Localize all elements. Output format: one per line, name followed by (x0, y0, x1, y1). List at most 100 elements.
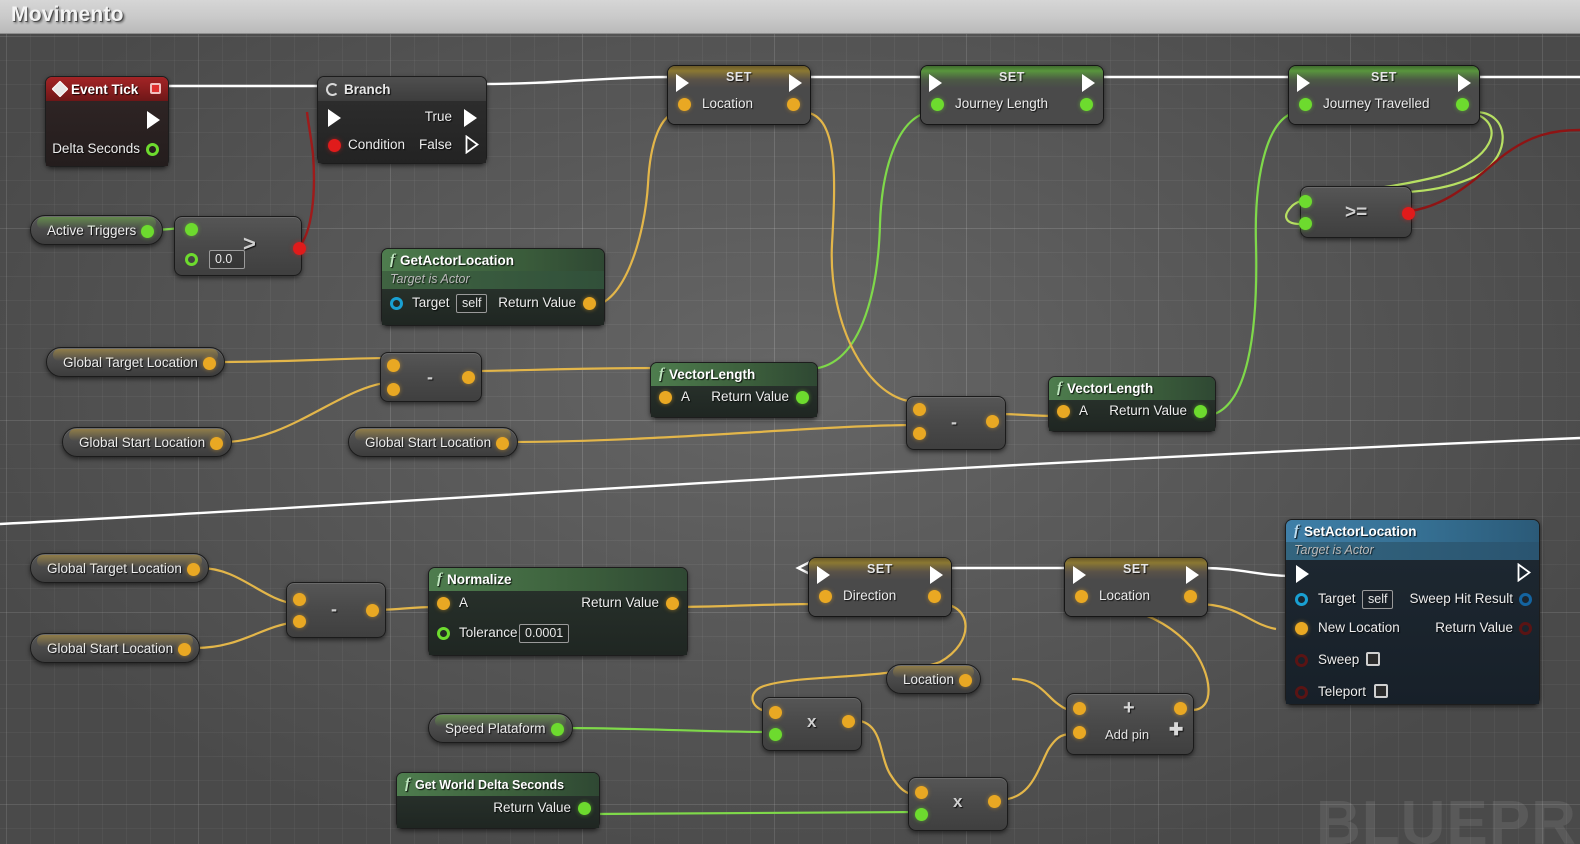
normalize-a-pin[interactable] (437, 597, 450, 610)
set-actor-location-teleport-pin[interactable] (1295, 686, 1308, 699)
set-direction-exec-out[interactable] (930, 566, 943, 584)
add-pin-label[interactable]: Add pin (1105, 727, 1149, 742)
set-journey-length-exec-out[interactable] (1082, 74, 1095, 92)
subtract-1-out-pin[interactable] (462, 371, 475, 384)
set-journey-travelled-value-out-pin[interactable] (1456, 98, 1469, 111)
node-global-start-location-1[interactable]: Global Start Location (62, 427, 233, 457)
normalize-tolerance-value[interactable]: 0.0001 (519, 624, 570, 643)
node-set-journey-travelled[interactable]: SET Journey Travelled (1288, 65, 1480, 125)
delta-seconds-out-pin[interactable] (146, 143, 159, 156)
get-world-delta-seconds-return-pin[interactable] (578, 802, 591, 815)
set-actor-location-return-pin[interactable] (1519, 622, 1532, 635)
get-actor-location-target-pin[interactable] (390, 297, 403, 310)
node-speed-plataform[interactable]: Speed Plataform (428, 713, 573, 743)
add-out-pin[interactable] (1174, 702, 1187, 715)
greater-than-out-pin[interactable] (293, 242, 306, 255)
subtract-2-b-pin[interactable] (913, 427, 926, 440)
node-vector-length-1[interactable]: f VectorLength A Return Value (650, 362, 818, 418)
global-target-location-2-out-pin[interactable] (186, 563, 200, 576)
node-global-target-location-2[interactable]: Global Target Location (30, 553, 209, 583)
node-set-journey-length[interactable]: SET Journey Length (920, 65, 1104, 125)
set-direction-value-out-pin[interactable] (928, 590, 941, 603)
node-subtract-1[interactable]: - (380, 352, 482, 402)
node-set-direction[interactable]: SET Direction (808, 557, 952, 617)
add-b-pin[interactable] (1073, 726, 1086, 739)
node-global-start-location-2[interactable]: Global Start Location (348, 427, 519, 457)
node-set-actor-location[interactable]: f SetActorLocation Target is Actor Targe… (1285, 519, 1540, 705)
node-normalize[interactable]: f Normalize A Return Value Tolerance 0.0… (428, 567, 688, 656)
global-start-location-3-out-pin[interactable] (178, 643, 192, 656)
multiply-1-a-pin[interactable] (769, 706, 782, 719)
subtract-3-a-pin[interactable] (293, 593, 306, 606)
set-journey-length-value-out-pin[interactable] (1080, 98, 1093, 111)
node-branch[interactable]: Branch True Condition False (317, 76, 487, 164)
multiply-2-a-pin[interactable] (915, 786, 928, 799)
node-event-tick[interactable]: Event Tick Delta Seconds (45, 76, 169, 167)
event-tick-exec-out-pin[interactable] (147, 111, 160, 129)
set-journey-length-exec-in[interactable] (929, 74, 942, 92)
set-location-bottom-value-out-pin[interactable] (1184, 590, 1197, 603)
plus-icon[interactable]: ✚ (1169, 720, 1183, 740)
node-greater-than[interactable]: 0.0 > (174, 216, 306, 276)
node-set-location-top[interactable]: SET Location (667, 65, 811, 125)
set-actor-location-sweep-checkbox[interactable] (1366, 652, 1380, 666)
set-direction-value-in-pin[interactable] (819, 590, 832, 603)
subtract-3-out-pin[interactable] (366, 604, 379, 617)
vector-length-1-return-pin[interactable] (796, 391, 809, 404)
set-location-bottom-exec-out[interactable] (1186, 566, 1199, 584)
subtract-2-a-pin[interactable] (913, 403, 926, 416)
node-set-location-bottom[interactable]: SET Location (1064, 557, 1208, 617)
set-journey-length-value-in-pin[interactable] (931, 98, 944, 111)
node-get-actor-location[interactable]: f GetActorLocation Target is Actor Targe… (381, 248, 605, 326)
branch-condition-in-pin[interactable] (328, 139, 341, 152)
greater-than-b-pin[interactable] (185, 253, 198, 266)
multiply-2-b-pin[interactable] (915, 808, 928, 821)
set-actor-location-teleport-checkbox[interactable] (1374, 684, 1388, 698)
global-start-location-1-out-pin[interactable] (210, 437, 224, 450)
subtract-3-b-pin[interactable] (293, 615, 306, 628)
set-location-bottom-value-in-pin[interactable] (1075, 590, 1088, 603)
node-add[interactable]: + Add pin ✚ (1066, 693, 1194, 755)
node-greater-equal[interactable]: >= (1299, 186, 1415, 238)
set-direction-exec-in[interactable] (817, 566, 830, 584)
active-triggers-out-pin[interactable] (141, 225, 155, 238)
vector-length-2-a-pin[interactable] (1057, 405, 1070, 418)
greater-equal-a-pin[interactable] (1299, 195, 1312, 208)
set-journey-travelled-value-in-pin[interactable] (1299, 98, 1312, 111)
stop-square-icon[interactable] (150, 83, 161, 94)
node-subtract-3[interactable]: - (286, 582, 386, 638)
set-actor-location-new-location-pin[interactable] (1295, 622, 1308, 635)
normalize-return-pin[interactable] (666, 597, 679, 610)
blueprint-graph-canvas[interactable]: BLUEPRIN (0, 34, 1580, 844)
set-location-top-value-in-pin[interactable] (678, 98, 691, 111)
branch-true-exec-pin[interactable] (464, 109, 477, 127)
set-actor-location-exec-in[interactable] (1296, 565, 1309, 583)
node-vector-length-2[interactable]: f VectorLength A Return Value (1048, 376, 1216, 432)
greater-equal-out-pin[interactable] (1402, 207, 1415, 220)
set-journey-travelled-exec-in[interactable] (1297, 74, 1310, 92)
branch-false-exec-pin[interactable] (465, 135, 479, 154)
set-location-bottom-exec-in[interactable] (1073, 566, 1086, 584)
global-target-location-1-out-pin[interactable] (202, 357, 216, 370)
multiply-1-out-pin[interactable] (842, 715, 855, 728)
node-subtract-2[interactable]: - (906, 396, 1006, 450)
vector-length-2-return-pin[interactable] (1194, 405, 1207, 418)
set-location-top-exec-in[interactable] (676, 74, 689, 92)
set-actor-location-target-value[interactable]: self (1362, 590, 1394, 609)
multiply-2-out-pin[interactable] (988, 795, 1001, 808)
subtract-2-out-pin[interactable] (986, 415, 999, 428)
set-journey-travelled-exec-out[interactable] (1458, 74, 1471, 92)
vector-length-1-a-pin[interactable] (659, 391, 672, 404)
node-active-triggers-getter[interactable]: Active Triggers (30, 215, 164, 245)
get-actor-location-return-pin[interactable] (583, 297, 596, 310)
set-actor-location-exec-out[interactable] (1517, 563, 1531, 582)
node-global-start-location-3[interactable]: Global Start Location (30, 633, 201, 663)
speed-plataform-out-pin[interactable] (550, 723, 564, 736)
subtract-1-a-pin[interactable] (387, 359, 400, 372)
multiply-1-b-pin[interactable] (769, 728, 782, 741)
set-location-top-exec-out[interactable] (789, 74, 802, 92)
set-actor-location-target-pin[interactable] (1295, 593, 1308, 606)
node-multiply-2[interactable]: x (908, 777, 1008, 831)
node-multiply-1[interactable]: x (762, 697, 862, 751)
set-location-top-value-out-pin[interactable] (787, 98, 800, 111)
